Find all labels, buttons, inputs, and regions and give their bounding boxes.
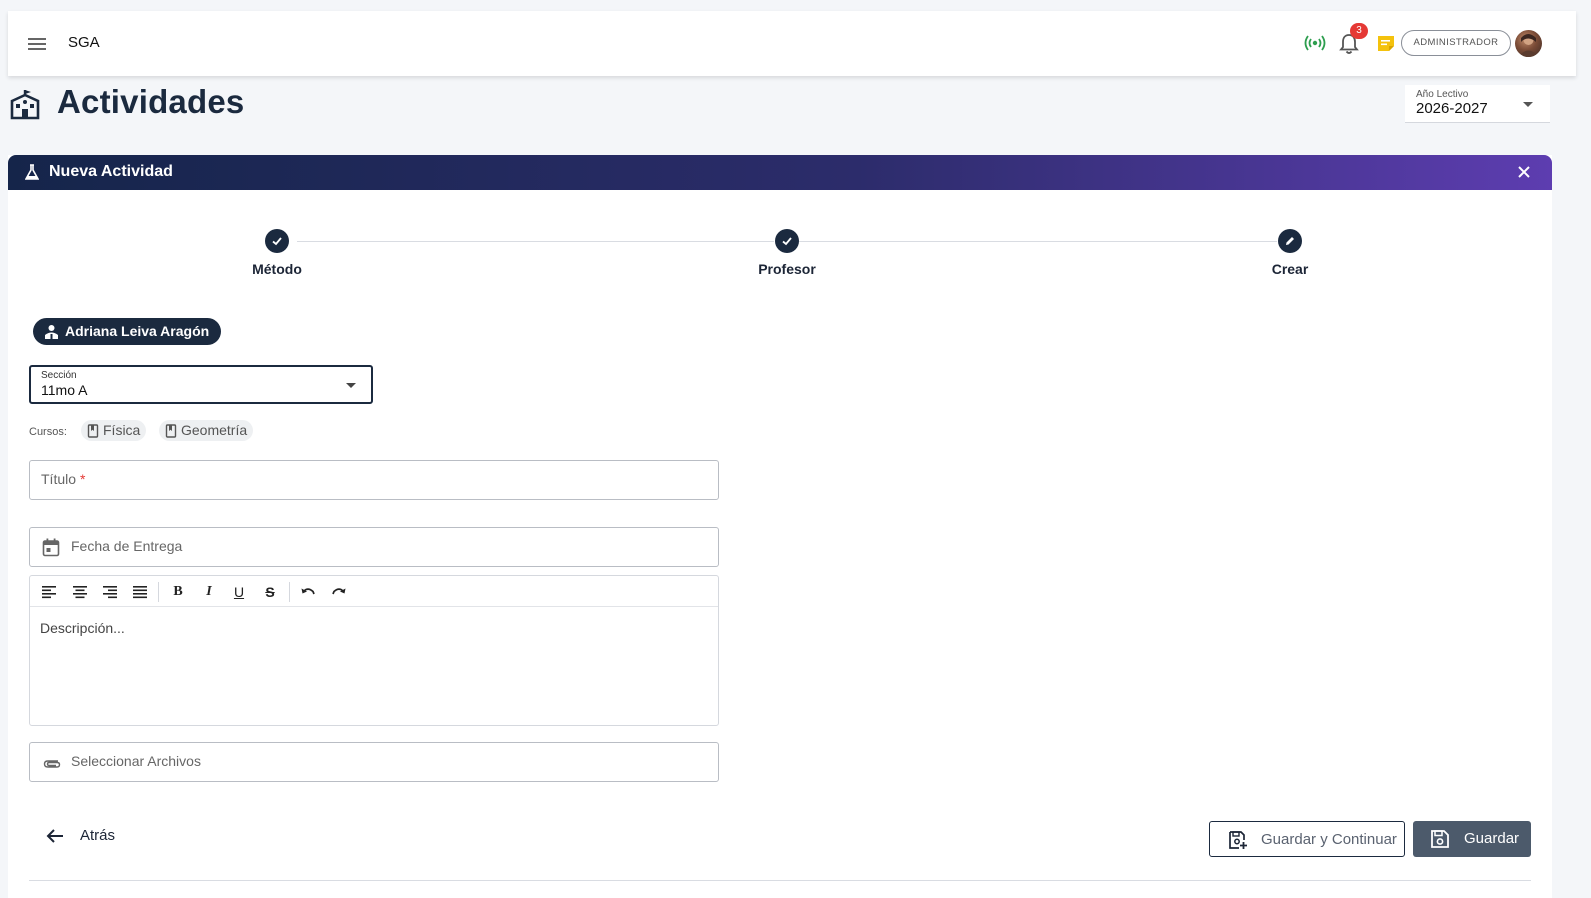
course-chip-geometria: Geometría	[159, 420, 254, 441]
section-label: Sección	[41, 370, 77, 381]
title-input[interactable]: Título *	[29, 460, 719, 500]
step-label-profesor[interactable]: Profesor	[727, 261, 847, 277]
align-left-icon[interactable]	[40, 583, 58, 601]
user-avatar[interactable]	[1515, 30, 1542, 57]
book-icon	[87, 424, 99, 438]
check-icon	[272, 237, 282, 246]
flask-icon	[24, 164, 40, 181]
title-input-label: Título *	[41, 471, 86, 487]
save-icon	[1431, 830, 1449, 848]
save-button[interactable]: Guardar	[1413, 821, 1531, 857]
academic-year-label: Año Lectivo	[1416, 89, 1469, 100]
italic-icon[interactable]: I	[200, 583, 218, 601]
teacher-icon	[45, 325, 58, 339]
step-label-crear[interactable]: Crear	[1230, 261, 1350, 277]
step-profesor-check[interactable]	[775, 229, 799, 253]
hamburger-menu-icon[interactable]	[26, 33, 48, 55]
step-crear-edit[interactable]	[1278, 229, 1302, 253]
book-icon	[165, 424, 177, 438]
role-chip[interactable]: ADMINISTRADOR	[1401, 30, 1511, 56]
save-and-continue-button[interactable]: Guardar y Continuar	[1209, 821, 1405, 857]
redo-icon[interactable]	[330, 583, 348, 601]
teacher-name: Adriana Leiva Aragón	[65, 323, 210, 339]
undo-icon[interactable]	[299, 583, 317, 601]
description-placeholder: Descripción...	[40, 620, 125, 636]
align-center-icon[interactable]	[71, 583, 89, 601]
course-name: Geometría	[181, 422, 248, 438]
file-select-label: Seleccionar Archivos	[71, 753, 201, 769]
due-date-input[interactable]: Fecha de Entrega	[29, 527, 719, 567]
editor-toolbar: B I U S	[30, 576, 718, 607]
app-name: SGA	[68, 34, 100, 51]
strikethrough-icon[interactable]: S	[261, 583, 279, 601]
align-justify-icon[interactable]	[131, 583, 149, 601]
section-select[interactable]: Sección 11mo A	[29, 365, 373, 404]
check-icon	[782, 237, 792, 246]
chevron-down-icon	[346, 383, 356, 388]
sticky-note-icon[interactable]	[1376, 33, 1396, 53]
due-date-label: Fecha de Entrega	[71, 538, 183, 554]
back-label: Atrás	[80, 827, 116, 844]
broadcast-icon[interactable]	[1304, 34, 1326, 52]
footer-divider	[29, 880, 1531, 881]
stepper-connector	[799, 241, 1277, 242]
paperclip-icon	[43, 760, 61, 768]
toolbar-divider	[158, 582, 159, 602]
stepper-connector	[297, 241, 774, 242]
save-label: Guardar	[1464, 830, 1520, 847]
panel-title: Nueva Actividad	[49, 163, 173, 180]
calendar-icon	[42, 538, 60, 557]
new-activity-panel: Nueva Actividad Método Profesor Crear Ad…	[8, 155, 1552, 898]
academic-year-value: 2026-2027	[1416, 100, 1488, 117]
step-label-metodo[interactable]: Método	[217, 261, 337, 277]
academic-year-select[interactable]: Año Lectivo 2026-2027	[1405, 85, 1550, 123]
panel-header: Nueva Actividad	[8, 155, 1552, 190]
notification-count-badge: 3	[1350, 23, 1368, 39]
align-right-icon[interactable]	[101, 583, 119, 601]
file-select-input[interactable]: Seleccionar Archivos	[29, 742, 719, 782]
save-add-icon	[1229, 831, 1247, 849]
toolbar-divider	[289, 582, 290, 602]
bold-icon[interactable]: B	[169, 583, 187, 601]
section-value: 11mo A	[41, 382, 88, 398]
save-and-continue-label: Guardar y Continuar	[1261, 831, 1397, 848]
school-building-icon	[10, 88, 40, 120]
teacher-chip: Adriana Leiva Aragón	[33, 318, 222, 345]
page-title: Actividades	[57, 83, 245, 120]
description-editor[interactable]: B I U S Descripción...	[29, 575, 719, 726]
top-app-bar: SGA 3 ADMINISTRADOR	[8, 11, 1576, 76]
step-metodo-check[interactable]	[265, 229, 289, 253]
back-button[interactable]: Atrás	[38, 821, 128, 851]
courses-label: Cursos:	[29, 426, 67, 438]
pencil-icon	[1286, 237, 1294, 245]
chevron-down-icon	[1523, 102, 1533, 107]
close-icon[interactable]	[1515, 163, 1533, 181]
course-chip-fisica: Física	[81, 420, 147, 441]
course-name: Física	[103, 422, 141, 438]
arrow-left-icon	[46, 829, 63, 843]
required-marker: *	[80, 471, 86, 487]
underline-icon[interactable]: U	[230, 583, 248, 601]
